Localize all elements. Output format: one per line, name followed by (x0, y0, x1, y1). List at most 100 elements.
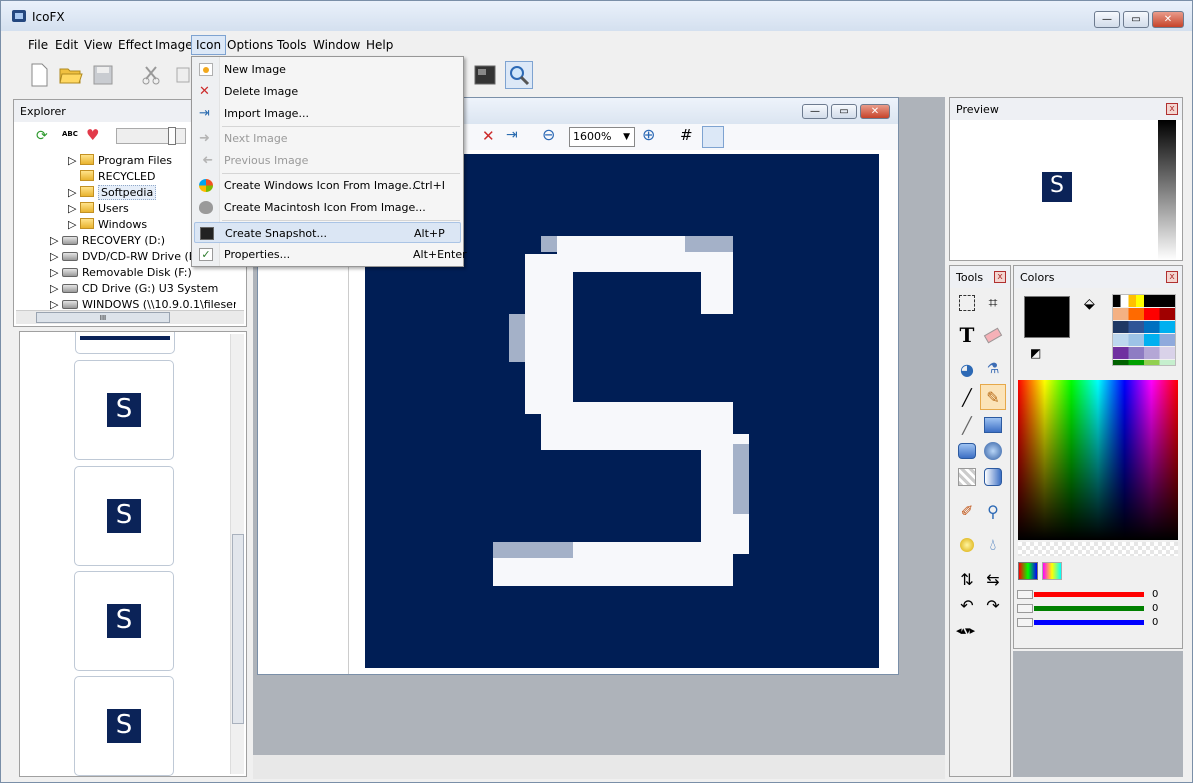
red-channel-bar[interactable] (1034, 592, 1144, 597)
scrollbar-thumb[interactable] (232, 534, 244, 724)
close-button[interactable]: ✕ (1152, 11, 1184, 28)
green-channel-bar[interactable] (1034, 606, 1144, 611)
red-slider-handle[interactable] (1017, 590, 1033, 599)
rectangle-tool[interactable] (980, 412, 1006, 438)
hsv-mode-button[interactable] (1042, 562, 1062, 580)
editor-close-button[interactable]: ✕ (860, 104, 890, 119)
tree-item[interactable]: ▷ CD Drive (G:) U3 System (50, 281, 218, 297)
tree-item[interactable]: ▷ Removable Disk (F:) (50, 265, 192, 281)
cut-button[interactable] (137, 61, 165, 89)
menu-create-snapshot[interactable]: Create Snapshot... Alt+P (194, 222, 461, 243)
green-slider-handle[interactable] (1017, 604, 1033, 613)
menu-file[interactable]: File (24, 35, 52, 55)
color-picker-tool[interactable]: ✐ (954, 498, 980, 524)
paint-bucket-icon[interactable]: ⬙ (1084, 296, 1095, 312)
flip-vertical-tool[interactable]: ⇅ (954, 566, 980, 592)
blue-channel-bar[interactable] (1034, 620, 1144, 625)
menu-new-image[interactable]: New Image (194, 59, 461, 80)
heart-icon[interactable]: ♥ (86, 126, 99, 144)
fill-tool[interactable]: ◕ (954, 356, 980, 382)
vertical-scrollbar[interactable] (230, 334, 244, 774)
rgb-mode-button[interactable] (1018, 562, 1038, 580)
minimize-button[interactable]: — (1094, 11, 1120, 28)
menu-next-image[interactable]: ➜ Next Image (194, 128, 461, 149)
spellcheck-icon[interactable]: ABC (62, 130, 78, 138)
maximize-button[interactable]: ▭ (1123, 11, 1149, 28)
menu-image[interactable]: Image (151, 35, 197, 55)
menu-edit[interactable]: Edit (51, 35, 82, 55)
workspace-scrollbar[interactable] (253, 755, 945, 779)
tree-item[interactable]: ▷ DVD/CD-RW Drive (E:) (50, 249, 204, 265)
pencil-tool[interactable]: ✎ (980, 384, 1006, 410)
gradient-tool[interactable] (980, 464, 1006, 490)
menu-window[interactable]: Window (309, 35, 364, 55)
menu-create-windows-icon[interactable]: Create Windows Icon From Image... Ctrl+I (194, 175, 461, 196)
zoom-out-icon[interactable]: ⊖ (542, 125, 555, 144)
thumbnail-card[interactable]: S (74, 676, 174, 776)
primary-color-swatch[interactable] (1024, 296, 1070, 338)
swap-colors-icon[interactable]: ◩ (1030, 346, 1041, 360)
palette-grid[interactable] (1112, 294, 1176, 366)
line-tool[interactable]: ╱ (954, 412, 980, 438)
scrollbar-thumb[interactable]: III (36, 312, 170, 323)
pattern-tool[interactable] (954, 464, 980, 490)
editor-minimize-button[interactable]: — (802, 104, 828, 119)
tree-item[interactable]: RECYCLED (80, 169, 155, 185)
tree-item[interactable]: ▷ Users (68, 201, 129, 217)
save-button[interactable] (89, 61, 117, 89)
menu-help[interactable]: Help (362, 35, 397, 55)
refresh-icon[interactable]: ⟳ (36, 128, 48, 144)
menu-previous-image[interactable]: ➜ Previous Image (194, 150, 461, 171)
delete-image-icon[interactable]: ✕ (482, 127, 495, 145)
close-icon[interactable]: x (994, 271, 1006, 283)
open-file-button[interactable] (57, 61, 85, 89)
rounded-rect-tool[interactable] (954, 438, 980, 464)
menu-tools[interactable]: Tools (273, 35, 311, 55)
blue-slider-handle[interactable] (1017, 618, 1033, 627)
thumbnail-card[interactable]: S (74, 571, 174, 671)
ellipse-tool[interactable] (980, 438, 1006, 464)
flip-horizontal-tool[interactable]: ⇆ (980, 566, 1006, 592)
rotate-right-tool[interactable]: ↷ (980, 592, 1006, 618)
text-tool[interactable]: T (954, 322, 980, 348)
thumbnail-card[interactable]: S (74, 466, 174, 566)
size-slider-handle[interactable] (168, 127, 176, 145)
brush-tool[interactable]: ╱ (954, 384, 980, 410)
preview-background-swatches[interactable] (1158, 120, 1176, 260)
tree-item-selected[interactable]: ▷ Softpedia (68, 185, 157, 201)
grid-icon[interactable]: # (680, 126, 693, 144)
menu-import-image[interactable]: ⇥ Import Image... (194, 103, 461, 124)
preview-toggle-button[interactable] (702, 126, 724, 148)
menu-options[interactable]: Options (223, 35, 277, 55)
color-spectrum[interactable] (1018, 380, 1178, 540)
zoom-in-icon[interactable]: ⊕ (642, 125, 655, 144)
tree-item[interactable]: ▷ Program Files (68, 153, 172, 169)
zoom-select[interactable]: 1600% ▼ (569, 127, 635, 147)
menu-view[interactable]: View (80, 35, 116, 55)
snapshot-button[interactable] (471, 61, 499, 89)
blur-tool[interactable]: 💧︎ (980, 532, 1006, 558)
rotate-left-tool[interactable]: ↶ (954, 592, 980, 618)
close-icon[interactable]: x (1166, 271, 1178, 283)
alpha-strip[interactable] (1018, 542, 1178, 556)
menu-icon[interactable]: Icon (191, 35, 227, 55)
menu-properties[interactable]: ✓ Properties... Alt+Enter (194, 244, 467, 265)
import-icon[interactable]: ⇥ (506, 127, 518, 143)
thumbnail-card[interactable]: S (74, 360, 174, 460)
menu-delete-image[interactable]: ✕ Delete Image (194, 81, 461, 102)
tree-item[interactable]: ▷ Windows (68, 217, 147, 233)
burn-tool[interactable] (954, 532, 980, 558)
zoom-tool[interactable]: ⚲ (980, 498, 1006, 524)
spray-tool[interactable]: ⚗ (980, 356, 1006, 382)
editor-maximize-button[interactable]: ▭ (831, 104, 857, 119)
tree-item[interactable]: ▷ RECOVERY (D:) (50, 233, 165, 249)
eraser-tool[interactable] (980, 322, 1006, 348)
new-file-button[interactable] (25, 61, 53, 89)
select-tool[interactable] (954, 290, 980, 316)
close-icon[interactable]: x (1166, 103, 1178, 115)
zoom-tool-button[interactable] (505, 61, 533, 89)
menu-create-macintosh-icon[interactable]: Create Macintosh Icon From Image... (194, 197, 461, 218)
thumbnail-card[interactable] (75, 332, 175, 354)
horizontal-scrollbar[interactable]: III (16, 310, 244, 324)
crop-tool[interactable]: ⌗ (980, 290, 1006, 316)
